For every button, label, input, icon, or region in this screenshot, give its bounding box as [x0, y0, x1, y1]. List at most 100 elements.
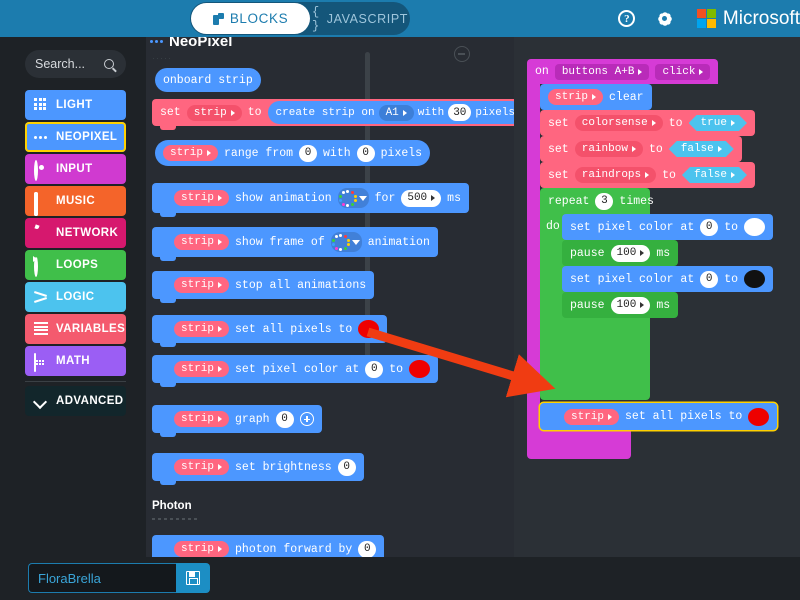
target-icon	[34, 160, 48, 181]
chevron-down-icon	[218, 416, 223, 422]
event-source-dropdown[interactable]: buttons A+B	[554, 63, 650, 80]
pin-dropdown[interactable]: A1	[378, 104, 414, 121]
ms-label: ms	[447, 191, 461, 205]
top-toolbar: BLOCKS { } JAVASCRIPT ? Microsoft	[0, 0, 800, 37]
animation-picker-dropdown[interactable]	[330, 232, 362, 252]
sidebar-item-loops[interactable]: LOOPS	[25, 250, 126, 280]
pixel-count-input[interactable]: 30	[448, 104, 472, 121]
block-photon-forward[interactable]: strip photon forward by 0	[152, 535, 385, 557]
top-toolbar-actions: ? Microsoft	[617, 0, 800, 37]
strip-variable-dropdown[interactable]: strip	[174, 459, 230, 475]
clear-label: clear	[609, 90, 644, 104]
strip-variable-dropdown[interactable]: strip	[174, 361, 230, 377]
sidebar-item-light[interactable]: LIGHT	[25, 90, 126, 120]
block-show-frame[interactable]: strip show frame of animation	[152, 227, 438, 261]
sidebar-item-input[interactable]: INPUT	[25, 154, 126, 184]
range-start-input[interactable]: 0	[299, 144, 318, 162]
search-input[interactable]: Search...	[25, 50, 126, 78]
repeat-header[interactable]: repeat 3 times	[540, 188, 662, 214]
workspace-block-set-rainbow[interactable]: set rainbow to false	[540, 136, 742, 162]
sidebar-item-math[interactable]: MATH	[25, 346, 126, 376]
block-strip-range[interactable]: strip range from 0 with 0 pixels	[155, 140, 431, 166]
event-action-dropdown[interactable]: click	[655, 63, 711, 80]
boolean-dropdown-false[interactable]: false	[669, 141, 734, 157]
microsoft-brand[interactable]: Microsoft	[696, 8, 800, 30]
workspace-block-set-colorsense[interactable]: set colorsense to true	[540, 110, 755, 136]
tab-blocks[interactable]: BLOCKS	[191, 3, 310, 34]
save-button[interactable]	[176, 563, 210, 593]
tab-javascript[interactable]: { } JAVASCRIPT	[312, 3, 408, 34]
strip-variable-dropdown[interactable]: strip	[174, 411, 230, 427]
loop-block-pause-2[interactable]: pause 100 ms	[562, 292, 679, 318]
repeat-count-input[interactable]: 3	[595, 192, 614, 210]
strip-variable-dropdown[interactable]: strip	[186, 104, 242, 121]
strip-variable-dropdown[interactable]: strip	[174, 190, 230, 206]
add-parameter-icon[interactable]	[299, 412, 314, 426]
variable-dropdown-raindrops[interactable]: raindrops	[574, 167, 657, 183]
workspace-block-set-raindrops[interactable]: set raindrops to false	[540, 162, 755, 188]
strip-variable-dropdown[interactable]: strip	[174, 277, 230, 293]
color-swatch-red[interactable]	[748, 407, 770, 426]
block-set-strip-create[interactable]: set strip to create strip on A1 with 30 …	[152, 99, 514, 130]
project-name-input[interactable]: FloraBrella	[28, 563, 176, 593]
anim-ms-value: 500	[407, 192, 428, 204]
graph-value-input[interactable]: 0	[275, 410, 294, 428]
block-stop-all-animations[interactable]: strip stop all animations	[152, 271, 375, 303]
blocks-workspace[interactable]: on buttons A+B click strip clear set col…	[514, 37, 800, 557]
block-set-all-pixels[interactable]: strip set all pixels to	[152, 315, 388, 347]
chevron-down-icon	[218, 282, 223, 288]
strip-variable-dropdown[interactable]: strip	[174, 234, 230, 250]
sidebar-item-neopixel[interactable]: NEOPIXEL	[25, 122, 126, 152]
photon-value-input[interactable]: 0	[358, 540, 377, 557]
loop-block-set-pixel-color-white[interactable]: set pixel color at 0 to	[562, 214, 774, 240]
settings-button[interactable]	[655, 9, 675, 29]
pause-duration-dropdown[interactable]: 100	[610, 244, 651, 262]
help-button[interactable]: ?	[617, 9, 637, 29]
strip-variable-dropdown[interactable]: strip	[174, 321, 230, 337]
pause-duration-dropdown[interactable]: 100	[610, 296, 651, 314]
chevron-down-icon	[640, 250, 645, 256]
strip-label: strip	[555, 91, 589, 103]
loop-block-set-pixel-color-black[interactable]: set pixel color at 0 to	[562, 266, 774, 292]
strip-variable-dropdown[interactable]: strip	[174, 541, 230, 557]
to-label: to	[247, 106, 262, 119]
animation-picker-dropdown[interactable]	[337, 188, 369, 208]
project-name-group: FloraBrella	[28, 563, 210, 593]
color-swatch-black[interactable]	[744, 270, 766, 288]
block-show-animation[interactable]: strip show animation for 500 ms	[152, 183, 469, 217]
block-onboard-strip[interactable]: onboard strip	[155, 68, 261, 92]
strip-variable-dropdown[interactable]: strip	[548, 89, 604, 105]
animation-duration-dropdown[interactable]: 500	[401, 189, 442, 207]
strip-variable-dropdown[interactable]: strip	[163, 145, 219, 161]
boolean-dropdown-false[interactable]: false	[682, 167, 747, 183]
brightness-input[interactable]: 0	[337, 458, 356, 476]
event-block-on-buttons-click[interactable]: on buttons A+B click	[527, 59, 719, 84]
strip-variable-dropdown[interactable]: strip	[564, 408, 620, 425]
loop-block-pause-1[interactable]: pause 100 ms	[562, 240, 679, 266]
block-graph[interactable]: strip graph 0	[152, 405, 322, 437]
dropped-block-set-all-pixels[interactable]: strip set all pixels to	[540, 403, 778, 430]
color-swatch-white[interactable]	[744, 218, 766, 236]
sidebar-item-music[interactable]: MUSIC	[25, 186, 126, 216]
boolean-dropdown-true[interactable]: true	[689, 115, 747, 131]
sidebar-item-network[interactable]: NETWORK	[25, 218, 126, 248]
color-swatch-red[interactable]	[409, 360, 431, 378]
sidebar-item-variables[interactable]: VARIABLES	[25, 314, 126, 344]
range-length-input[interactable]: 0	[356, 144, 375, 162]
pixel-index-input[interactable]: 0	[700, 270, 719, 288]
collapse-icon[interactable]	[454, 46, 470, 62]
chevron-down-icon	[230, 109, 235, 116]
block-set-pixel-color[interactable]: strip set pixel color at 0 to	[152, 355, 439, 387]
variable-dropdown-rainbow[interactable]: rainbow	[574, 141, 643, 157]
block-set-brightness[interactable]: strip set brightness 0	[152, 453, 364, 485]
sidebar-item-logic[interactable]: LOGIC	[25, 282, 126, 312]
toolbox-flyout[interactable]: NeoPixel ····· onboard strip set strip t…	[146, 37, 514, 557]
reporter-create-strip[interactable]: create strip on A1 with 30 pixels	[267, 101, 514, 124]
variable-dropdown-colorsense[interactable]: colorsense	[574, 115, 663, 131]
workspace-block-strip-clear[interactable]: strip clear	[540, 84, 652, 110]
sidebar-item-label: LOGIC	[56, 291, 95, 303]
sidebar-item-advanced[interactable]: ADVANCED	[25, 386, 126, 416]
color-swatch-red[interactable]	[358, 320, 380, 338]
pixel-index-input[interactable]: 0	[700, 218, 719, 236]
pixel-index-input[interactable]: 0	[365, 360, 384, 378]
